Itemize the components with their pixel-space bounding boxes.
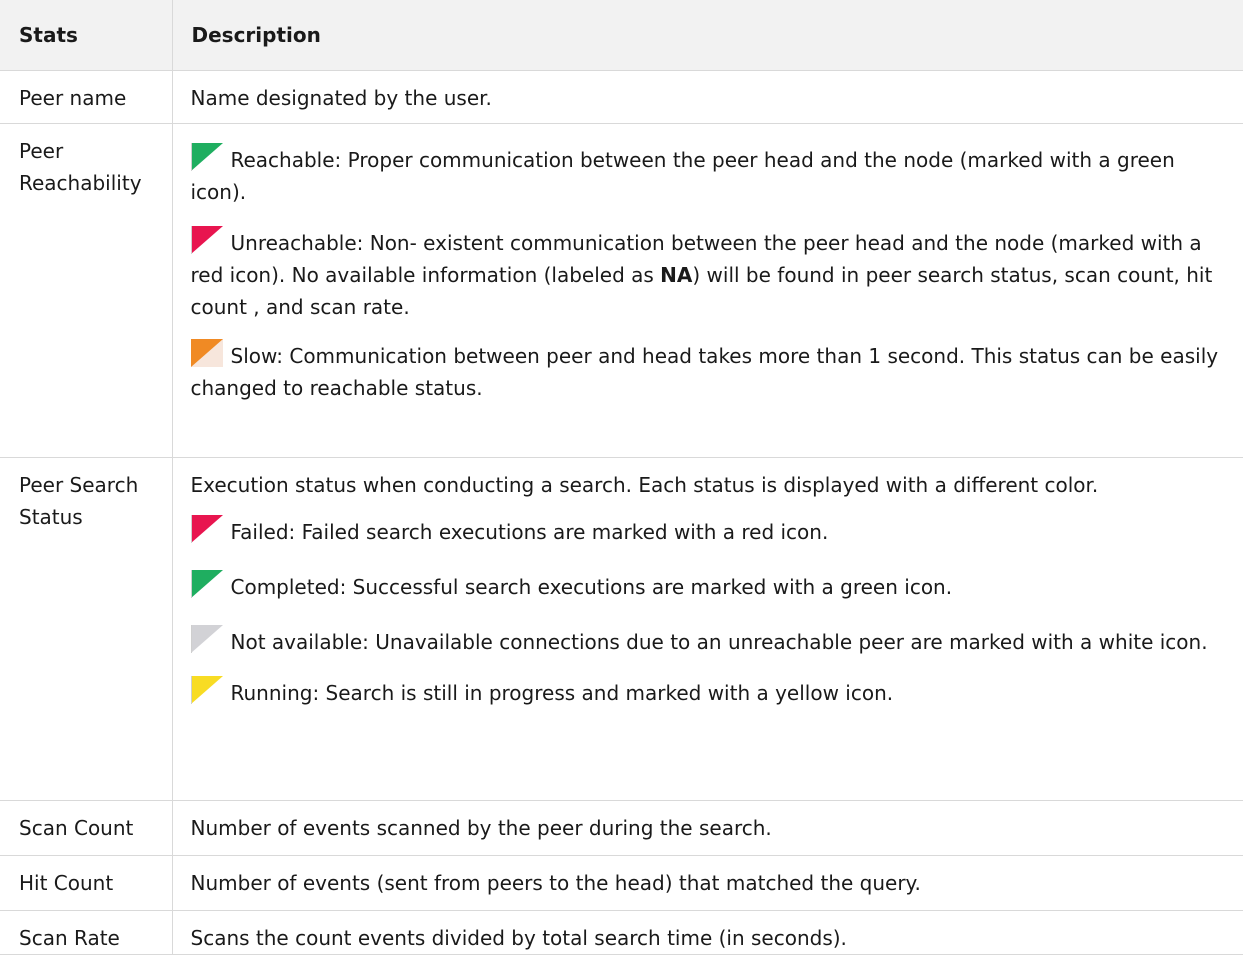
running-text: Running: Search is still in progress and… <box>230 680 894 705</box>
stat-name: Peer name <box>0 70 172 124</box>
table-row: Peer Reachability Reachable: Proper comm… <box>0 123 1243 458</box>
green-flag-icon <box>190 569 223 598</box>
stat-name: Peer Search Status <box>0 457 172 801</box>
yellow-flag-icon <box>190 675 223 704</box>
table-row: Peer Search Status Execution status when… <box>0 457 1243 801</box>
not-available-text: Not available: Unavailable connections d… <box>230 629 1208 654</box>
stat-description: Number of events (sent from peers to the… <box>171 855 1243 911</box>
column-header-stats: Stats <box>0 0 172 71</box>
stat-description: Name designated by the user. <box>171 70 1243 124</box>
reachable-text: Reachable: Proper communication between … <box>190 147 1175 204</box>
running-entry: Running: Search is still in progress and… <box>190 675 1234 709</box>
orange-flag-icon <box>190 338 223 367</box>
green-flag-icon <box>190 142 223 171</box>
completed-text: Completed: Successful search executions … <box>230 574 953 599</box>
column-header-description: Description <box>171 0 1243 71</box>
unreachable-entry: Unreachable: Non- existent communication… <box>190 225 1234 323</box>
failed-text: Failed: Failed search executions are mar… <box>230 519 829 544</box>
stat-name: Hit Count <box>0 855 172 911</box>
table-row: Peer name Name designated by the user. <box>0 70 1243 124</box>
completed-entry: Completed: Successful search executions … <box>190 569 1234 603</box>
stats-table: Stats Description Peer name Name designa… <box>0 0 1243 955</box>
not-available-entry: Not available: Unavailable connections d… <box>190 624 1234 658</box>
stat-description: Execution status when conducting a searc… <box>171 457 1243 801</box>
stat-description: Scans the count events divided by total … <box>171 910 1243 955</box>
table-row: Scan Rate Scans the count events divided… <box>0 910 1243 955</box>
stat-name: Peer Reachability <box>0 123 172 458</box>
table-row: Scan Count Number of events scanned by t… <box>0 800 1243 856</box>
stat-description: Reachable: Proper communication between … <box>171 123 1243 458</box>
red-flag-icon <box>190 225 223 254</box>
search-status-intro: Execution status when conducting a searc… <box>190 472 1099 497</box>
gray-flag-icon <box>190 624 223 653</box>
stat-name: Scan Count <box>0 800 172 856</box>
slow-text: Slow: Communication between peer and hea… <box>190 343 1219 400</box>
stat-name: Scan Rate <box>0 910 172 955</box>
slow-entry: Slow: Communication between peer and hea… <box>190 338 1234 404</box>
red-flag-icon <box>190 514 223 543</box>
stat-description: Number of events scanned by the peer dur… <box>171 800 1243 856</box>
reachable-entry: Reachable: Proper communication between … <box>190 142 1234 208</box>
failed-entry: Failed: Failed search executions are mar… <box>190 514 1234 548</box>
table-row: Hit Count Number of events (sent from pe… <box>0 855 1243 911</box>
table-header-row: Stats Description <box>0 0 1243 71</box>
na-label: NA <box>660 262 693 287</box>
